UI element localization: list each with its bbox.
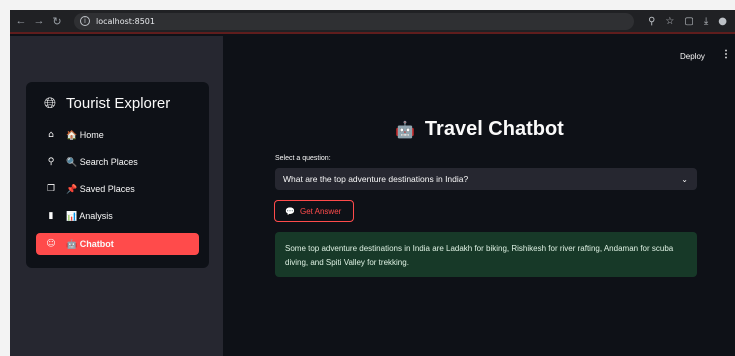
main-menu-icon[interactable]: ⋮ <box>721 49 731 60</box>
sidebar-item-saved-places[interactable]: ❐ 📌 Saved Places <box>36 178 199 200</box>
sidebar-item-label: 🤖 Chatbot <box>66 238 114 249</box>
site-info-icon[interactable]: i <box>80 16 90 26</box>
bookmark-icon: ❐ <box>46 184 56 194</box>
chevron-down-icon[interactable]: ⌄ <box>681 175 688 184</box>
globe-icon: 🌐︎ <box>44 94 57 112</box>
search-icon: ⚲ <box>47 157 55 167</box>
sidebar-item-chatbot[interactable]: ☺ 🤖 Chatbot <box>36 233 199 255</box>
zoom-icon[interactable]: ⚲ <box>648 16 655 27</box>
chat-icon: 💬 <box>285 206 295 216</box>
get-answer-button[interactable]: 💬 Get Answer <box>274 200 354 222</box>
menu-title-text: Tourist Explorer <box>66 94 171 112</box>
sidebar: 🌐︎ Tourist Explorer ⌂ 🏠 Home ⚲ 🔍 Search … <box>10 36 223 356</box>
app-window: ← → ↻ i localhost:8501 ⚲ ☆ ▢ ⤓ ● 🌐︎ Tour… <box>10 10 735 356</box>
sidebar-item-label: 🏠 Home <box>66 129 104 140</box>
robot-icon: ☺ <box>46 239 56 249</box>
download-icon[interactable]: ⤓ <box>704 16 708 27</box>
star-icon[interactable]: ☆ <box>665 16 674 27</box>
answer-box: Some top adventure destinations in India… <box>275 232 697 277</box>
bar-chart-icon: ▮ <box>48 211 54 221</box>
sidebar-item-label: 📌 Saved Places <box>66 183 135 194</box>
selected-question: What are the top adventure destinations … <box>283 174 469 184</box>
forward-icon[interactable]: → <box>32 15 46 27</box>
menu-title: 🌐︎ Tourist Explorer <box>44 94 170 112</box>
robot-icon: 🤖 <box>395 120 415 139</box>
profile-icon[interactable]: ● <box>718 16 727 27</box>
sidebar-item-home[interactable]: ⌂ 🏠 Home <box>36 124 199 146</box>
main-content: Deploy ⋮ 🤖 Travel Chatbot Select a quest… <box>223 36 735 356</box>
home-icon: ⌂ <box>48 130 54 140</box>
page-title-text: Travel Chatbot <box>424 118 564 140</box>
select-label: Select a question: <box>275 155 331 162</box>
sidebar-item-search-places[interactable]: ⚲ 🔍 Search Places <box>36 151 199 173</box>
url-text: localhost:8501 <box>96 16 155 26</box>
browser-actions: ⚲ ☆ ▢ ⤓ ● <box>638 16 735 27</box>
option-menu: 🌐︎ Tourist Explorer ⌂ 🏠 Home ⚲ 🔍 Search … <box>26 82 209 268</box>
address-bar[interactable]: i localhost:8501 <box>74 12 634 30</box>
question-select[interactable]: What are the top adventure destinations … <box>275 168 697 190</box>
extensions-icon[interactable]: ▢ <box>684 16 693 27</box>
sidebar-item-label: 🔍 Search Places <box>66 156 138 167</box>
deploy-button[interactable]: Deploy <box>680 52 705 61</box>
page-title: 🤖 Travel Chatbot <box>395 118 564 141</box>
sidebar-item-label: 📊 Analysis <box>66 210 113 221</box>
sidebar-item-analysis[interactable]: ▮ 📊 Analysis <box>36 205 199 227</box>
reload-icon[interactable]: ↻ <box>50 15 64 28</box>
get-answer-label: Get Answer <box>299 206 342 216</box>
browser-toolbar: ← → ↻ i localhost:8501 ⚲ ☆ ▢ ⤓ ● <box>10 10 735 34</box>
back-icon[interactable]: ← <box>14 15 28 27</box>
